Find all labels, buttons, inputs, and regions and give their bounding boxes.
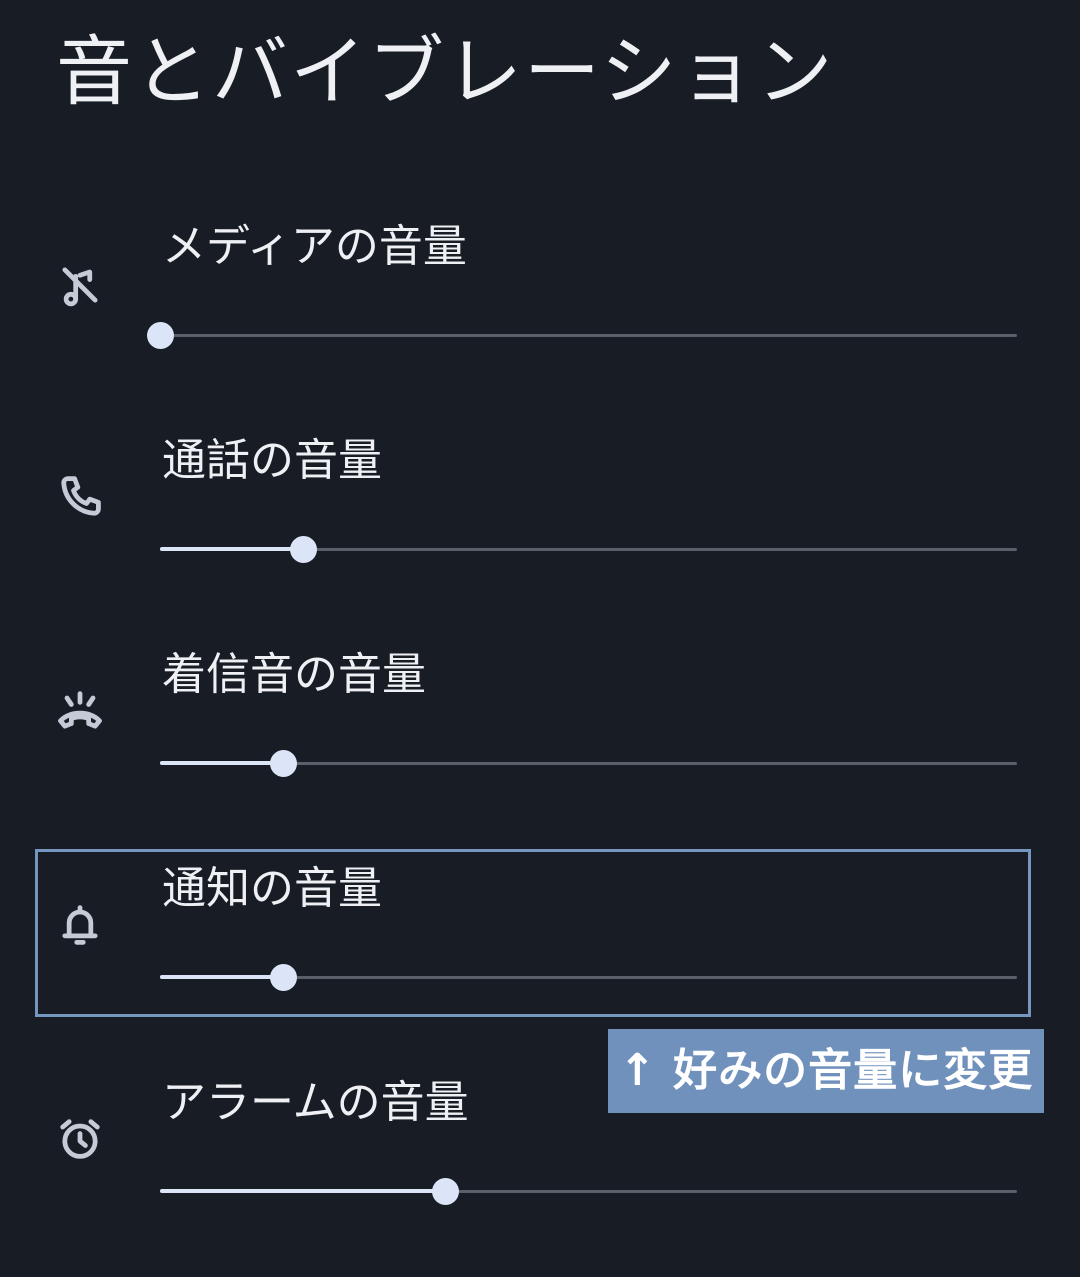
ringtone-volume-slider[interactable] [160,746,1017,782]
slider-thumb[interactable] [432,1178,460,1205]
slider-fill [160,761,283,765]
music-note-off-icon [54,259,106,311]
volume-row-media: メディアの音量 [0,207,1080,421]
slider-thumb[interactable] [269,750,297,777]
slider-track [160,334,1017,337]
slider-fill [160,1189,446,1193]
volume-row-call: 通話の音量 [0,421,1080,635]
volume-row-label: 着信音の音量 [162,649,426,700]
page-title: 音とバイブレーション [56,27,835,116]
media-volume-slider[interactable] [147,318,1017,354]
alarm-volume-slider[interactable] [160,1174,1017,1210]
slider-fill [160,547,304,551]
phone-icon [54,471,106,523]
slider-thumb[interactable] [290,536,318,563]
annotation-callout: ↑ 好みの音量に変更 [608,1029,1044,1113]
volume-row-label: アラームの音量 [162,1077,469,1128]
slider-thumb[interactable] [147,322,174,349]
phone-ringing-icon [54,685,106,737]
alarm-clock-icon [54,1113,106,1165]
call-volume-slider[interactable] [160,532,1017,568]
volume-row-ringtone: 着信音の音量 [0,635,1080,849]
volume-row-label: メディアの音量 [162,221,467,272]
notification-highlight-box [35,849,1031,1017]
volume-row-label: 通話の音量 [162,435,382,486]
